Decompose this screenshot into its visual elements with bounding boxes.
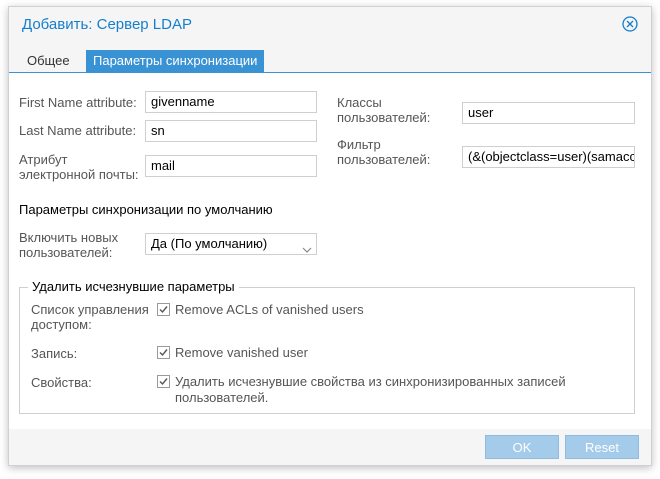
- remove-acls-label: Remove ACLs of vanished users: [175, 302, 364, 317]
- ok-button[interactable]: OK: [485, 435, 559, 459]
- remove-vanished-properties-label: Удалить исчезнувшие свойства из синхрони…: [175, 374, 566, 406]
- first-name-attribute-label: First Name attribute:: [19, 95, 137, 110]
- remove-vanished-user-option[interactable]: Remove vanished user: [157, 345, 308, 361]
- close-icon[interactable]: [622, 16, 638, 32]
- entry-label: Запись:: [31, 346, 78, 361]
- remove-vanished-properties-label-line2: пользователей.: [175, 390, 269, 405]
- checkmark-icon: [159, 349, 168, 357]
- remove-vanished-properties-checkbox[interactable]: [157, 375, 170, 388]
- user-filter-label-line1: Фильтр: [337, 137, 381, 152]
- tab-general[interactable]: Общее: [20, 50, 77, 72]
- dialog-footer: OK Reset: [9, 429, 651, 465]
- email-attribute-label-line1: Атрибут: [19, 152, 68, 167]
- first-name-attribute-input[interactable]: givenname: [145, 91, 317, 113]
- email-attribute-label: Атрибут электронной почты:: [19, 152, 139, 182]
- remove-acls-option[interactable]: Remove ACLs of vanished users: [157, 302, 364, 318]
- chevron-down-icon[interactable]: [302, 240, 312, 253]
- enable-new-users-select[interactable]: Да (По умолчанию): [145, 233, 317, 255]
- user-filter-label-line2: пользователей:: [337, 152, 431, 167]
- email-attribute-input[interactable]: mail: [145, 155, 317, 177]
- tab-sync-options[interactable]: Параметры синхронизации: [86, 50, 265, 72]
- default-sync-options-heading: Параметры синхронизации по умолчанию: [19, 202, 273, 217]
- ldap-server-dialog: Добавить: Сервер LDAP Общее Параметры си…: [8, 6, 652, 466]
- properties-label: Свойства:: [31, 375, 92, 390]
- user-classes-label: Классы пользователей:: [337, 95, 430, 125]
- user-classes-input[interactable]: user: [462, 102, 635, 124]
- remove-vanished-fieldset: Удалить исчезнувшие параметры Список упр…: [19, 279, 635, 414]
- enable-new-users-label: Включить новых пользователей:: [19, 230, 118, 260]
- remove-vanished-properties-option[interactable]: Удалить исчезнувшие свойства из синхрони…: [157, 374, 597, 406]
- acl-label-line1: Список управления: [31, 302, 149, 317]
- enable-new-users-label-line1: Включить новых: [19, 230, 119, 245]
- enable-new-users-label-line2: пользователей:: [19, 245, 113, 260]
- remove-vanished-user-label: Remove vanished user: [175, 345, 308, 360]
- remove-vanished-legend: Удалить исчезнувшие параметры: [28, 279, 239, 294]
- acl-label: Список управления доступом:: [31, 302, 149, 332]
- dialog-titlebar: Добавить: Сервер LDAP: [9, 7, 651, 43]
- email-attribute-label-line2: электронной почты:: [19, 167, 139, 182]
- last-name-attribute-input[interactable]: sn: [145, 120, 317, 142]
- user-filter-input[interactable]: (&(objectclass=user)(samaccountType=8053…: [462, 146, 635, 168]
- dialog-title: Добавить: Сервер LDAP: [22, 16, 192, 33]
- user-classes-label-line1: Классы: [337, 95, 382, 110]
- checkmark-icon: [159, 306, 168, 314]
- remove-acls-checkbox[interactable]: [157, 303, 170, 316]
- remove-vanished-user-checkbox[interactable]: [157, 346, 170, 359]
- user-classes-label-line2: пользователей:: [337, 110, 431, 125]
- last-name-attribute-label: Last Name attribute:: [19, 123, 137, 138]
- sync-options-panel: First Name attribute: givenname Last Nam…: [9, 73, 651, 431]
- acl-label-line2: доступом:: [31, 317, 92, 332]
- user-filter-label: Фильтр пользователей:: [337, 137, 430, 167]
- reset-button[interactable]: Reset: [565, 435, 639, 459]
- tab-bar: Общее Параметры синхронизации: [9, 43, 651, 73]
- checkmark-icon: [159, 378, 168, 386]
- enable-new-users-value: Да (По умолчанию): [151, 236, 268, 251]
- remove-vanished-properties-label-line1: Удалить исчезнувшие свойства из синхрони…: [175, 374, 566, 389]
